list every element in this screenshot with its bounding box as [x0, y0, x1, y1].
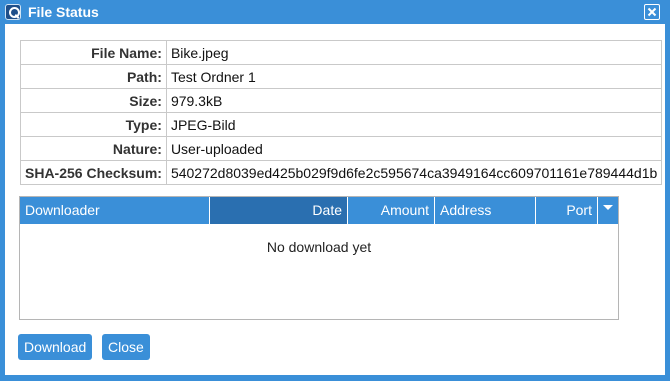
column-header-date[interactable]: Date [210, 197, 348, 224]
download-button[interactable]: Download [18, 334, 93, 360]
info-value: 979.3kB [165, 88, 663, 113]
info-label: File Name: [20, 40, 167, 65]
info-value: JPEG-Bild [165, 112, 663, 137]
file-status-dialog: File Status File Name: Bike.jpeg Path: T… [0, 0, 670, 381]
column-menu-dropdown-icon[interactable] [598, 197, 618, 224]
info-row-checksum: SHA-256 Checksum: 540272d8039ed425b029f9… [20, 160, 663, 185]
column-header-amount[interactable]: Amount [348, 197, 435, 224]
column-header-downloader[interactable]: Downloader [20, 197, 210, 224]
info-row-file-name: File Name: Bike.jpeg [20, 40, 663, 65]
close-icon[interactable] [644, 4, 660, 20]
close-button[interactable]: Close [102, 334, 150, 360]
info-row-nature: Nature: User-uploaded [20, 136, 663, 161]
column-header-address[interactable]: Address [435, 197, 536, 224]
info-row-size: Size: 979.3kB [20, 88, 663, 113]
file-info-table: File Name: Bike.jpeg Path: Test Ordner 1… [20, 40, 663, 185]
title-bar[interactable]: File Status [0, 0, 670, 24]
downloads-grid: Downloader Date Amount Address Port No d… [19, 196, 619, 320]
app-search-icon [5, 4, 21, 20]
info-row-type: Type: JPEG-Bild [20, 112, 663, 137]
column-header-port[interactable]: Port [536, 197, 598, 224]
info-label: Nature: [20, 136, 167, 161]
info-label: SHA-256 Checksum: [20, 160, 167, 185]
info-value: 540272d8039ed425b029f9d6fe2c595674ca3949… [165, 160, 663, 185]
info-value: Test Ordner 1 [165, 64, 663, 89]
info-value: User-uploaded [165, 136, 663, 161]
info-value: Bike.jpeg [165, 40, 663, 65]
info-row-path: Path: Test Ordner 1 [20, 64, 663, 89]
info-label: Size: [20, 88, 167, 113]
info-label: Path: [20, 64, 167, 89]
empty-grid-message: No download yet [266, 239, 372, 255]
dialog-body: File Name: Bike.jpeg Path: Test Ordner 1… [5, 24, 665, 375]
grid-header: Downloader Date Amount Address Port [20, 197, 618, 224]
info-label: Type: [20, 112, 167, 137]
dialog-title: File Status [28, 4, 99, 20]
